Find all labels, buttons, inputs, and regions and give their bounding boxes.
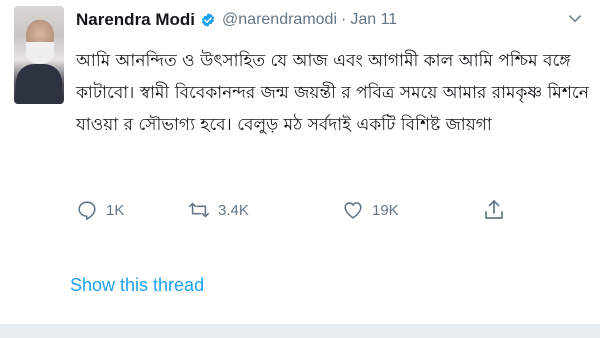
- retweet-count: 3.4K: [218, 201, 249, 219]
- retweet-icon: [189, 202, 209, 218]
- reply-count: 1K: [106, 201, 125, 219]
- heart-icon: [344, 202, 362, 219]
- tweet-card: Narendra Modi @narendramodi · Jan 11 আমি…: [0, 0, 600, 338]
- separator-dot: ·: [341, 11, 347, 28]
- share-icon[interactable]: [482, 198, 506, 222]
- avatar-beard: [26, 42, 54, 64]
- retweet-button[interactable]: 3.4K: [188, 197, 249, 223]
- verified-badge-icon: [201, 13, 215, 27]
- avatar-body: [16, 64, 62, 104]
- tweet-text: আমি আনন্দিত ও উৎসাহিত যে আজ এবং আগামী কা…: [76, 51, 589, 135]
- like-count: 19K: [372, 201, 399, 219]
- tweet-date[interactable]: Jan 11: [350, 11, 397, 29]
- like-button[interactable]: 19K: [342, 197, 399, 223]
- bottom-divider: [0, 324, 600, 338]
- tweet-header: Narendra Modi @narendramodi · Jan 11: [76, 8, 397, 32]
- author-name[interactable]: Narendra Modi: [76, 10, 195, 30]
- avatar[interactable]: [14, 6, 64, 104]
- reply-icon: [78, 201, 96, 220]
- author-handle[interactable]: @narendramodi: [222, 11, 337, 29]
- tweet-actions: 1K 3.4K 19K: [76, 197, 506, 223]
- reply-button[interactable]: 1K: [76, 197, 124, 223]
- show-thread-link[interactable]: Show this thread: [70, 275, 204, 296]
- chevron-down-icon[interactable]: [566, 10, 584, 28]
